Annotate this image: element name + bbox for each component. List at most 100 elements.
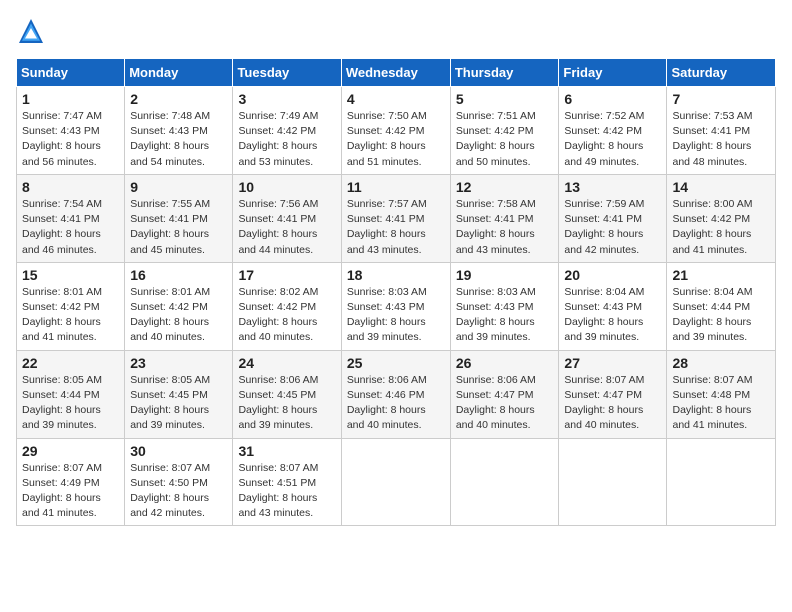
day-info: Sunrise: 7:57 AMSunset: 4:41 PMDaylight:… — [347, 197, 445, 258]
day-info: Sunrise: 7:52 AMSunset: 4:42 PMDaylight:… — [564, 109, 661, 170]
day-number: 29 — [22, 443, 119, 459]
day-cell: 5 Sunrise: 7:51 AMSunset: 4:42 PMDayligh… — [450, 87, 559, 175]
day-cell: 22 Sunrise: 8:05 AMSunset: 4:44 PMDaylig… — [17, 350, 125, 438]
day-number: 14 — [672, 179, 770, 195]
day-number: 6 — [564, 91, 661, 107]
day-info: Sunrise: 7:51 AMSunset: 4:42 PMDaylight:… — [456, 109, 554, 170]
day-number: 31 — [238, 443, 335, 459]
day-cell: 6 Sunrise: 7:52 AMSunset: 4:42 PMDayligh… — [559, 87, 667, 175]
day-cell: 13 Sunrise: 7:59 AMSunset: 4:41 PMDaylig… — [559, 174, 667, 262]
day-number: 28 — [672, 355, 770, 371]
day-info: Sunrise: 7:53 AMSunset: 4:41 PMDaylight:… — [672, 109, 770, 170]
day-number: 5 — [456, 91, 554, 107]
day-info: Sunrise: 8:07 AMSunset: 4:51 PMDaylight:… — [238, 461, 335, 522]
day-info: Sunrise: 8:02 AMSunset: 4:42 PMDaylight:… — [238, 285, 335, 346]
day-info: Sunrise: 8:01 AMSunset: 4:42 PMDaylight:… — [22, 285, 119, 346]
day-info: Sunrise: 8:00 AMSunset: 4:42 PMDaylight:… — [672, 197, 770, 258]
page-header — [16, 16, 776, 46]
day-number: 11 — [347, 179, 445, 195]
day-cell: 14 Sunrise: 8:00 AMSunset: 4:42 PMDaylig… — [667, 174, 776, 262]
day-info: Sunrise: 8:01 AMSunset: 4:42 PMDaylight:… — [130, 285, 227, 346]
day-cell: 25 Sunrise: 8:06 AMSunset: 4:46 PMDaylig… — [341, 350, 450, 438]
day-number: 18 — [347, 267, 445, 283]
week-row-3: 15 Sunrise: 8:01 AMSunset: 4:42 PMDaylig… — [17, 262, 776, 350]
day-info: Sunrise: 8:03 AMSunset: 4:43 PMDaylight:… — [456, 285, 554, 346]
day-cell — [667, 438, 776, 526]
day-cell: 3 Sunrise: 7:49 AMSunset: 4:42 PMDayligh… — [233, 87, 341, 175]
week-row-1: 1 Sunrise: 7:47 AMSunset: 4:43 PMDayligh… — [17, 87, 776, 175]
day-info: Sunrise: 7:59 AMSunset: 4:41 PMDaylight:… — [564, 197, 661, 258]
day-number: 26 — [456, 355, 554, 371]
day-cell: 1 Sunrise: 7:47 AMSunset: 4:43 PMDayligh… — [17, 87, 125, 175]
calendar-header: SundayMondayTuesdayWednesdayThursdayFrid… — [17, 59, 776, 87]
day-number: 20 — [564, 267, 661, 283]
day-info: Sunrise: 8:06 AMSunset: 4:46 PMDaylight:… — [347, 373, 445, 434]
calendar-table: SundayMondayTuesdayWednesdayThursdayFrid… — [16, 58, 776, 526]
day-info: Sunrise: 8:07 AMSunset: 4:48 PMDaylight:… — [672, 373, 770, 434]
day-cell: 31 Sunrise: 8:07 AMSunset: 4:51 PMDaylig… — [233, 438, 341, 526]
day-cell: 16 Sunrise: 8:01 AMSunset: 4:42 PMDaylig… — [125, 262, 233, 350]
day-info: Sunrise: 7:48 AMSunset: 4:43 PMDaylight:… — [130, 109, 227, 170]
day-number: 1 — [22, 91, 119, 107]
day-cell: 17 Sunrise: 8:02 AMSunset: 4:42 PMDaylig… — [233, 262, 341, 350]
day-info: Sunrise: 7:54 AMSunset: 4:41 PMDaylight:… — [22, 197, 119, 258]
day-number: 24 — [238, 355, 335, 371]
day-number: 13 — [564, 179, 661, 195]
day-number: 21 — [672, 267, 770, 283]
day-cell — [341, 438, 450, 526]
day-info: Sunrise: 7:56 AMSunset: 4:41 PMDaylight:… — [238, 197, 335, 258]
day-cell: 24 Sunrise: 8:06 AMSunset: 4:45 PMDaylig… — [233, 350, 341, 438]
day-number: 23 — [130, 355, 227, 371]
day-info: Sunrise: 8:04 AMSunset: 4:44 PMDaylight:… — [672, 285, 770, 346]
header-day-saturday: Saturday — [667, 59, 776, 87]
day-cell: 27 Sunrise: 8:07 AMSunset: 4:47 PMDaylig… — [559, 350, 667, 438]
header-day-wednesday: Wednesday — [341, 59, 450, 87]
day-number: 27 — [564, 355, 661, 371]
day-number: 3 — [238, 91, 335, 107]
day-number: 8 — [22, 179, 119, 195]
day-info: Sunrise: 7:49 AMSunset: 4:42 PMDaylight:… — [238, 109, 335, 170]
header-day-sunday: Sunday — [17, 59, 125, 87]
day-number: 16 — [130, 267, 227, 283]
week-row-4: 22 Sunrise: 8:05 AMSunset: 4:44 PMDaylig… — [17, 350, 776, 438]
header-day-monday: Monday — [125, 59, 233, 87]
day-cell: 15 Sunrise: 8:01 AMSunset: 4:42 PMDaylig… — [17, 262, 125, 350]
day-cell: 2 Sunrise: 7:48 AMSunset: 4:43 PMDayligh… — [125, 87, 233, 175]
day-number: 7 — [672, 91, 770, 107]
day-cell: 4 Sunrise: 7:50 AMSunset: 4:42 PMDayligh… — [341, 87, 450, 175]
day-cell: 7 Sunrise: 7:53 AMSunset: 4:41 PMDayligh… — [667, 87, 776, 175]
header-day-friday: Friday — [559, 59, 667, 87]
day-info: Sunrise: 8:05 AMSunset: 4:45 PMDaylight:… — [130, 373, 227, 434]
day-number: 17 — [238, 267, 335, 283]
day-info: Sunrise: 8:06 AMSunset: 4:45 PMDaylight:… — [238, 373, 335, 434]
day-cell: 29 Sunrise: 8:07 AMSunset: 4:49 PMDaylig… — [17, 438, 125, 526]
week-row-5: 29 Sunrise: 8:07 AMSunset: 4:49 PMDaylig… — [17, 438, 776, 526]
day-number: 12 — [456, 179, 554, 195]
day-cell: 19 Sunrise: 8:03 AMSunset: 4:43 PMDaylig… — [450, 262, 559, 350]
day-cell: 28 Sunrise: 8:07 AMSunset: 4:48 PMDaylig… — [667, 350, 776, 438]
day-cell — [559, 438, 667, 526]
day-cell: 18 Sunrise: 8:03 AMSunset: 4:43 PMDaylig… — [341, 262, 450, 350]
day-cell — [450, 438, 559, 526]
day-cell: 20 Sunrise: 8:04 AMSunset: 4:43 PMDaylig… — [559, 262, 667, 350]
day-cell: 23 Sunrise: 8:05 AMSunset: 4:45 PMDaylig… — [125, 350, 233, 438]
day-number: 10 — [238, 179, 335, 195]
day-cell: 30 Sunrise: 8:07 AMSunset: 4:50 PMDaylig… — [125, 438, 233, 526]
day-number: 22 — [22, 355, 119, 371]
day-info: Sunrise: 8:04 AMSunset: 4:43 PMDaylight:… — [564, 285, 661, 346]
day-cell: 21 Sunrise: 8:04 AMSunset: 4:44 PMDaylig… — [667, 262, 776, 350]
day-info: Sunrise: 8:05 AMSunset: 4:44 PMDaylight:… — [22, 373, 119, 434]
day-cell: 9 Sunrise: 7:55 AMSunset: 4:41 PMDayligh… — [125, 174, 233, 262]
header-day-thursday: Thursday — [450, 59, 559, 87]
day-info: Sunrise: 8:07 AMSunset: 4:50 PMDaylight:… — [130, 461, 227, 522]
calendar-body: 1 Sunrise: 7:47 AMSunset: 4:43 PMDayligh… — [17, 87, 776, 526]
week-row-2: 8 Sunrise: 7:54 AMSunset: 4:41 PMDayligh… — [17, 174, 776, 262]
day-cell: 26 Sunrise: 8:06 AMSunset: 4:47 PMDaylig… — [450, 350, 559, 438]
day-cell: 11 Sunrise: 7:57 AMSunset: 4:41 PMDaylig… — [341, 174, 450, 262]
day-cell: 8 Sunrise: 7:54 AMSunset: 4:41 PMDayligh… — [17, 174, 125, 262]
day-info: Sunrise: 7:58 AMSunset: 4:41 PMDaylight:… — [456, 197, 554, 258]
day-number: 30 — [130, 443, 227, 459]
day-info: Sunrise: 8:06 AMSunset: 4:47 PMDaylight:… — [456, 373, 554, 434]
header-row: SundayMondayTuesdayWednesdayThursdayFrid… — [17, 59, 776, 87]
day-number: 25 — [347, 355, 445, 371]
